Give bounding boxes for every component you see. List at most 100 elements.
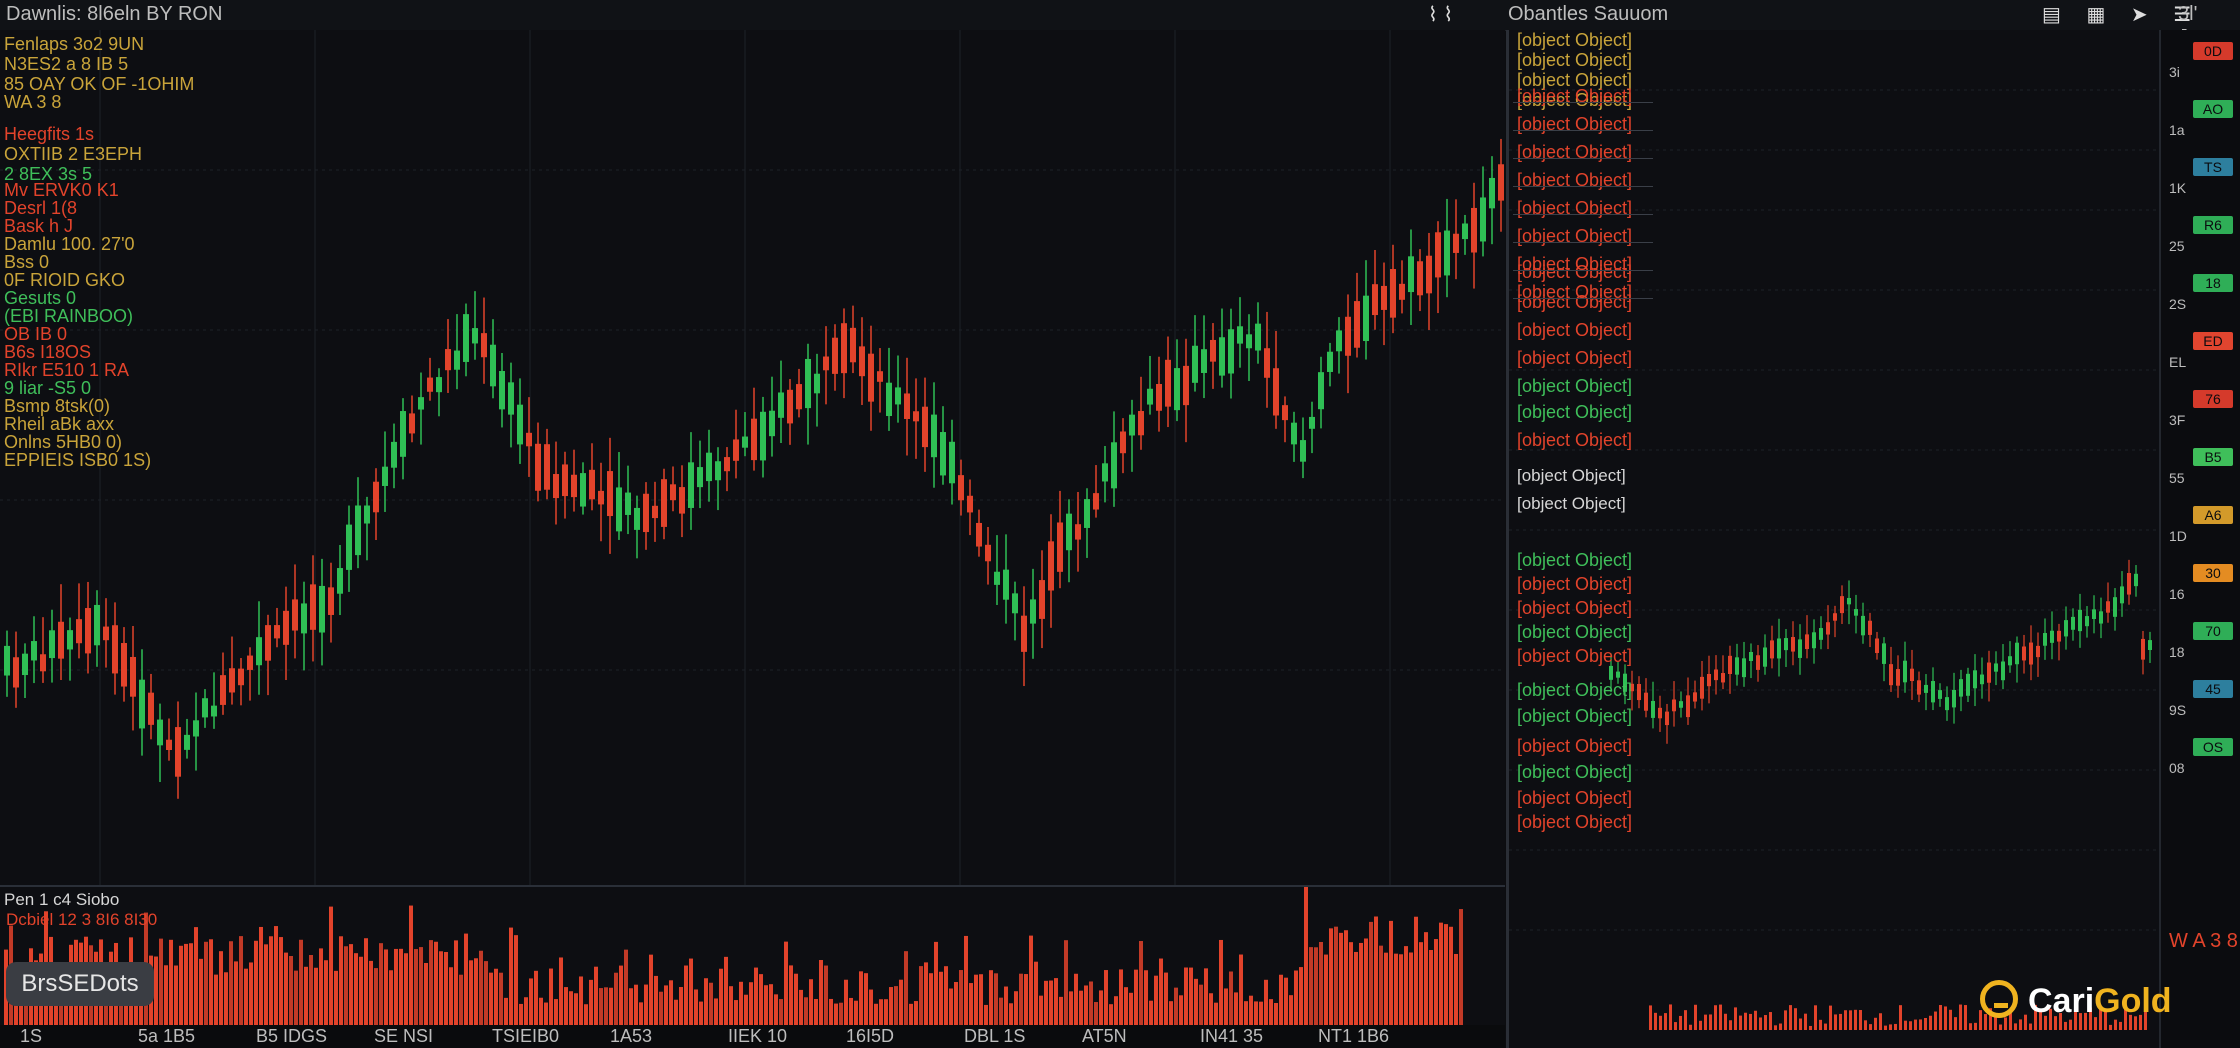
panel-item[interactable]: [object Object] [1517, 348, 1632, 369]
volume-bar [269, 936, 273, 1025]
candle-body [31, 641, 37, 661]
panel-item[interactable]: [object Object] [1517, 646, 1632, 667]
panel-item[interactable]: [object Object] [1517, 812, 1632, 833]
panel-item[interactable]: [object Object] [1517, 142, 1632, 163]
mini-candle-body [1833, 613, 1837, 621]
panel-item[interactable]: [object Object] [1517, 622, 1632, 643]
mini-volume-bar [2014, 1023, 2017, 1030]
panel-item[interactable]: [object Object] [1517, 262, 1632, 283]
candle-body [1129, 414, 1135, 436]
mini-candle-body [2036, 645, 2040, 658]
volume-bar [859, 971, 863, 1025]
panel-item[interactable]: [object Object] [1517, 736, 1632, 757]
info-line: Bss 0 [4, 252, 50, 272]
panel-item[interactable]: [object Object] [1517, 50, 1632, 71]
mini-volume-bar [1849, 1010, 1852, 1030]
main-chart-area[interactable]: Fenlaps 3o2 9UN N3ES2 a 8 IB 5 85 OAY OK O… [0, 30, 1505, 885]
volume-bar [1159, 958, 1163, 1025]
panel-item[interactable]: [object Object] [1517, 402, 1632, 423]
volume-bar [1134, 969, 1138, 1025]
mini-volume-bar [1669, 1004, 1672, 1030]
panel-item[interactable]: [object Object] [1517, 706, 1632, 727]
candle-body [976, 522, 982, 547]
volume-bar [1294, 970, 1298, 1025]
candle-body [211, 705, 217, 717]
logo-suffix: Gold [2094, 982, 2172, 1020]
volume-bar [1014, 991, 1018, 1025]
panel-item[interactable]: [object Object] [1517, 30, 1632, 51]
panel-item[interactable]: [object Object] [1517, 762, 1632, 783]
volume-bar [1119, 969, 1123, 1025]
volume-bar [454, 940, 458, 1025]
panel-item[interactable]: [object Object] [1517, 114, 1632, 135]
panel-item[interactable]: [object Object] [1517, 376, 1632, 397]
mini-candle-body [1616, 671, 1620, 678]
panel-separator [1513, 158, 1653, 159]
panel-item[interactable]: [object Object] [1517, 198, 1632, 219]
mini-volume-bar [2029, 1023, 2032, 1030]
candle-body [1390, 269, 1396, 318]
price-tag-text: 1a [2169, 122, 2185, 138]
volume-badge[interactable]: BrsSEDots [6, 962, 154, 1006]
price-tag-text: 08 [2169, 760, 2185, 776]
info-line: Rheil aBk axx [4, 414, 115, 434]
candlestick-chart[interactable] [0, 30, 1505, 885]
panel-item[interactable]: [object Object] [1517, 680, 1632, 701]
panel-item[interactable]: [object Object] [1517, 550, 1632, 571]
mini-volume-bar [1759, 1017, 1762, 1030]
volume-bar [564, 987, 568, 1025]
panel-item[interactable]: [object Object] [1517, 226, 1632, 247]
volume-bar [479, 950, 483, 1025]
mini-candle-body [1700, 676, 1704, 699]
volume-bar [854, 1000, 858, 1025]
volume-bar [764, 985, 768, 1025]
candle-body [112, 625, 118, 674]
mini-volume-bar [1934, 1011, 1937, 1030]
candle-body [121, 643, 127, 687]
mini-candle-body [2050, 630, 2054, 643]
panel-item[interactable]: [object Object] [1517, 320, 1632, 341]
volume-bar [839, 1002, 843, 1025]
toolbar-icons[interactable]: ⌇ ⌇ [1428, 2, 1453, 27]
volume-bar [1449, 926, 1453, 1025]
mini-volume-bar [1789, 1005, 1792, 1030]
volume-bar [809, 979, 813, 1025]
time-tick-label: 1A53 [610, 1026, 653, 1046]
mini-candle-body [1826, 622, 1830, 635]
volume-bar [1334, 926, 1338, 1025]
panel-item[interactable]: [object Object] [1517, 788, 1632, 809]
volume-bar [1359, 942, 1363, 1025]
info-line: N3ES2 a 8 IB 5 [4, 54, 129, 74]
candle-body [202, 698, 208, 718]
volume-bar [1149, 1000, 1153, 1025]
candle-body [877, 371, 883, 382]
volume-bar [949, 988, 953, 1025]
volume-bar [1124, 987, 1128, 1025]
panel-item[interactable]: [object Object] [1517, 598, 1632, 619]
panel-item[interactable]: [object Object] [1517, 494, 1626, 514]
volume-bar [789, 965, 793, 1025]
price-tag: 0D [2193, 42, 2233, 60]
price-tag-text: 3F [2169, 412, 2186, 428]
panel-item[interactable]: [object Object] [1517, 86, 1632, 107]
candle-body [166, 739, 172, 750]
candle-body [1453, 233, 1459, 253]
volume-bar [629, 988, 633, 1025]
candle-body [823, 356, 829, 371]
panel-item[interactable]: [object Object] [1517, 430, 1632, 451]
volume-bar [904, 951, 908, 1025]
volume-bar [1374, 916, 1378, 1025]
candle-body [1309, 416, 1315, 429]
volume-bar [344, 946, 348, 1025]
panel-item[interactable]: [object Object] [1517, 292, 1632, 313]
volume-bar [289, 956, 293, 1025]
volume-bar [794, 973, 798, 1025]
mini-volume-bar [1819, 1019, 1822, 1030]
panel-item[interactable]: [object Object] [1517, 574, 1632, 595]
candle-body [679, 487, 685, 514]
panel-item[interactable]: [object Object] [1517, 466, 1626, 486]
info-line: Heegfits 1s [4, 124, 95, 144]
volume-bar [769, 984, 773, 1025]
panel-item[interactable]: [object Object] [1517, 170, 1632, 191]
volume-bar [1274, 1002, 1278, 1025]
